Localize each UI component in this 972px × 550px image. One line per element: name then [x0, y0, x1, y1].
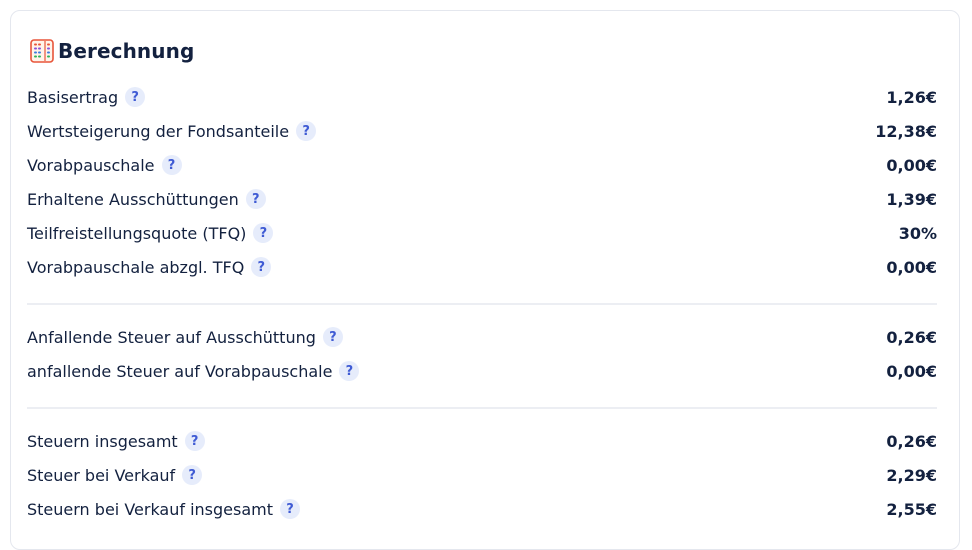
help-icon[interactable]: ? [182, 465, 203, 485]
divider [27, 303, 937, 305]
row-value: 30% [898, 223, 937, 243]
row-label: Teilfreistellungsquote (TFQ) [27, 223, 247, 243]
row-tfq: Teilfreistellungsquote (TFQ) ? 30% [27, 220, 937, 246]
row-steuern-verkauf-insgesamt: Steuern bei Verkauf insgesamt ? 2,55€ [27, 496, 937, 522]
help-icon[interactable]: ? [296, 121, 317, 141]
row-value: 0,26€ [886, 327, 937, 347]
help-icon[interactable]: ? [184, 431, 205, 451]
row-label: Steuer bei Verkauf [27, 465, 176, 485]
row-label: Vorabpauschale abzgl. TFQ [27, 257, 245, 277]
row-label: Steuern bei Verkauf insgesamt [27, 499, 274, 519]
calculation-card: Berechnung Basisertrag ? 1,26€ Wertsteig… [10, 10, 960, 550]
help-icon[interactable]: ? [245, 189, 266, 209]
help-icon[interactable]: ? [125, 87, 146, 107]
help-icon[interactable]: ? [280, 499, 301, 519]
row-steuern-insgesamt: Steuern insgesamt ? 0,26€ [27, 428, 937, 454]
row-label: Wertsteigerung der Fondsanteile [27, 121, 290, 141]
row-value: 12,38€ [875, 121, 937, 141]
help-icon[interactable]: ? [251, 257, 272, 277]
row-vorabpauschale: Vorabpauschale ? 0,00€ [27, 152, 937, 178]
row-label: Steuern insgesamt [27, 431, 178, 451]
row-steuer-verkauf: Steuer bei Verkauf ? 2,29€ [27, 462, 937, 488]
row-value: 0,26€ [886, 431, 937, 451]
row-steuer-ausschuettung: Anfallende Steuer auf Ausschüttung ? 0,2… [27, 324, 937, 350]
abacus-icon [30, 39, 54, 63]
section-header: Berechnung [30, 38, 194, 64]
row-basisertrag: Basisertrag ? 1,26€ [27, 84, 937, 110]
row-label: Erhaltene Ausschüttungen [27, 189, 239, 209]
help-icon[interactable]: ? [322, 327, 343, 347]
help-icon[interactable]: ? [161, 155, 182, 175]
section-title: Berechnung [58, 39, 195, 63]
row-steuer-vorabpauschale: anfallende Steuer auf Vorabpauschale ? 0… [27, 358, 937, 384]
row-value: 1,39€ [886, 189, 937, 209]
row-label: anfallende Steuer auf Vorabpauschale [27, 361, 333, 381]
row-value: 0,00€ [886, 361, 937, 381]
row-value: 0,00€ [886, 155, 937, 175]
row-wertsteigerung: Wertsteigerung der Fondsanteile ? 12,38€ [27, 118, 937, 144]
help-icon[interactable]: ? [253, 223, 274, 243]
row-vorabpauschale-tfq: Vorabpauschale abzgl. TFQ ? 0,00€ [27, 254, 937, 280]
row-value: 2,55€ [886, 499, 937, 519]
row-label: Basisertrag [27, 87, 119, 107]
help-icon[interactable]: ? [339, 361, 360, 381]
row-value: 1,26€ [886, 87, 937, 107]
row-label: Anfallende Steuer auf Ausschüttung [27, 327, 316, 347]
row-value: 2,29€ [886, 465, 937, 485]
divider [27, 407, 937, 409]
row-ausschuettungen: Erhaltene Ausschüttungen ? 1,39€ [27, 186, 937, 212]
row-label: Vorabpauschale [27, 155, 155, 175]
row-value: 0,00€ [886, 257, 937, 277]
